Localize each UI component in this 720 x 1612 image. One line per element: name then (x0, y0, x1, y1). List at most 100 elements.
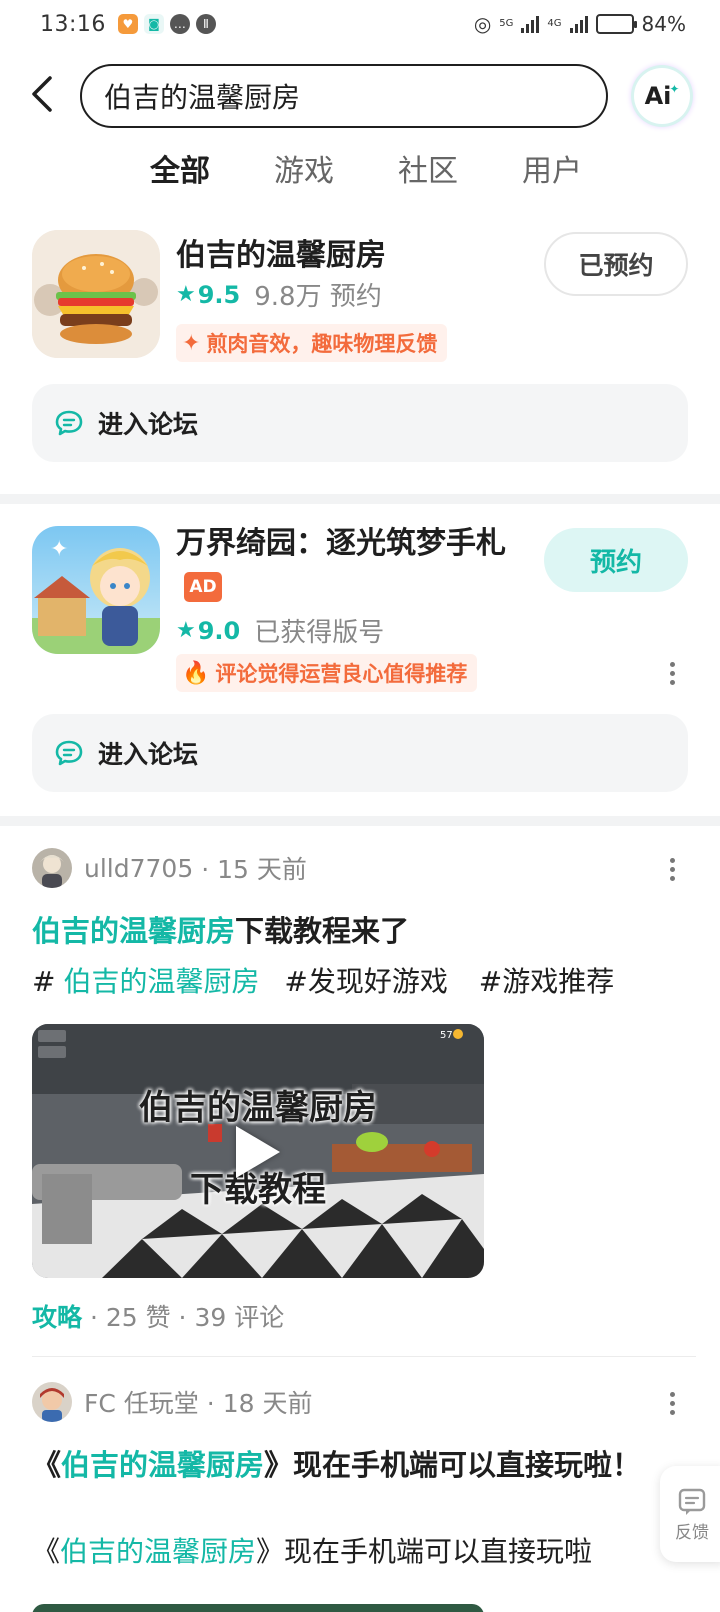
post-title[interactable]: 伯吉的温馨厨房下载教程来了 (32, 908, 409, 950)
enter-forum-label: 进入论坛 (98, 740, 199, 769)
post-category[interactable]: 攻略 (32, 1303, 82, 1332)
anime-character-icon: ✦ (32, 526, 160, 654)
game-icon-burger[interactable] (32, 230, 160, 358)
hashtag-discover[interactable]: #发现好游戏 (284, 965, 447, 998)
feedback-button[interactable]: 反馈 (660, 1466, 720, 1562)
more-options-icon[interactable] (662, 658, 682, 688)
reserved-button[interactable]: 已预约 (544, 232, 688, 296)
tab-community[interactable]: 社区 (398, 146, 458, 190)
section-divider (0, 494, 720, 504)
feedback-label: 反馈 (675, 1522, 709, 1543)
reserve-button[interactable]: 预约 (544, 528, 688, 592)
rating-row: ★ 9.0 已获得版号 (176, 612, 384, 649)
fire-icon: 🔥 (182, 660, 210, 686)
hashtag-keyword: 伯吉的温馨厨房 (63, 965, 260, 998)
star-icon: ★ (176, 618, 196, 643)
video-caption-line1: 伯吉的温馨厨房 (139, 1088, 377, 1128)
hashtag-game[interactable]: # 伯吉的温馨厨房 (32, 965, 267, 998)
signal-icon-1 (521, 15, 540, 33)
post-divider (32, 1356, 696, 1357)
post-image-preview[interactable] (32, 1604, 484, 1612)
section-divider (0, 816, 720, 826)
enter-forum-button[interactable]: 进入论坛 (32, 384, 688, 462)
post-time: · 15 天前 (201, 855, 307, 884)
network-4g-label: 4G (547, 18, 562, 29)
game-title[interactable]: 伯吉的温馨厨房 (176, 230, 386, 274)
back-button[interactable] (22, 72, 62, 116)
rating-score: 9.0 (197, 616, 241, 645)
hotspot-icon: ◎ (473, 12, 492, 36)
post-title[interactable]: 《伯吉的温馨厨房》现在手机端可以直接玩啦！ (32, 1442, 641, 1484)
status-time: 13:16 (40, 11, 106, 37)
avatar[interactable] (32, 848, 72, 888)
sparkle-icon: ✦ (669, 82, 680, 96)
rating-score: 9.5 (197, 280, 241, 309)
post-author-row[interactable]: ulld7705 · 15 天前 (32, 848, 307, 888)
app-notification-icon: ♥ (117, 14, 138, 34)
status-right: ◎ 5G 4G 84% (474, 12, 686, 36)
more-options-icon[interactable] (662, 854, 682, 884)
search-input[interactable]: 伯吉的温馨厨房 (80, 64, 608, 128)
reservation-count: 9.8万 预约 (254, 282, 382, 312)
status-bar: 13:16 ♥ ◙ … Ⅱ ◎ 5G 4G 84% (0, 0, 720, 48)
ad-badge: AD (184, 572, 222, 602)
post-stats: · 25 赞 · 39 评论 (82, 1303, 285, 1332)
notification-icons: ♥ ◙ … Ⅱ (117, 14, 216, 34)
result-tabs: 全部 游戏 社区 用户 (0, 146, 720, 202)
taptap-notification-icon: ◙ (143, 14, 164, 34)
highlight-tag-text: 评论觉得运营良心值得推荐 (215, 662, 468, 686)
play-icon[interactable] (236, 1126, 280, 1178)
tab-all[interactable]: 全部 (150, 146, 210, 190)
title-bracket-open: 《 (32, 1448, 62, 1482)
hashtag-recommend[interactable]: #游戏推荐 (479, 965, 614, 998)
post-body-rest: 》现在手机端可以直接玩啦 (256, 1535, 593, 1568)
svg-text:✦: ✦ (50, 537, 68, 562)
search-header: 伯吉的温馨厨房 Ai ✦ (0, 56, 720, 136)
svg-text:57: 57 (440, 1030, 453, 1041)
battery-icon (595, 14, 637, 34)
body-bracket-open: 《 (32, 1535, 61, 1568)
game-title[interactable]: 万界绮园：逐光筑梦手札 (176, 518, 506, 562)
more-options-icon[interactable] (662, 1388, 682, 1418)
hash-symbol: # (32, 965, 56, 998)
video-thumbnail[interactable]: 57 伯吉的温馨厨房 下载教程 (32, 1024, 484, 1278)
battery-percent: 84% (641, 12, 686, 36)
forum-chat-icon (54, 409, 84, 437)
feedback-icon (678, 1488, 706, 1515)
music-notification-icon: Ⅱ (195, 14, 216, 34)
forum-chat-icon (54, 739, 84, 767)
message-notification-icon: … (169, 14, 190, 34)
post-body-text[interactable]: 《伯吉的温馨厨房》现在手机端可以直接玩啦 (32, 1530, 592, 1570)
post-meta: 攻略 · 25 赞 · 39 评论 (32, 1298, 284, 1334)
license-status: 已获得版号 (254, 618, 385, 648)
post-author-row[interactable]: FC 任玩堂 · 18 天前 (32, 1382, 312, 1422)
post-title-keyword: 伯吉的温馨厨房 (61, 1448, 265, 1482)
post-title-rest: 》现在手机端可以直接玩啦！ (264, 1448, 642, 1482)
chevron-left-icon (32, 76, 52, 112)
signal-icon-2 (569, 15, 588, 33)
enter-forum-button[interactable]: 进入论坛 (32, 714, 688, 792)
post-title-keyword: 伯吉的温馨厨房 (32, 914, 236, 948)
sparkle-icon: ✦ (182, 330, 201, 356)
rating-row: ★ 9.5 9.8万 预约 (176, 276, 382, 313)
ai-assistant-button[interactable]: Ai ✦ (634, 68, 690, 124)
post-time: · 18 天前 (206, 1389, 313, 1418)
tab-games[interactable]: 游戏 (274, 146, 334, 190)
enter-forum-label: 进入论坛 (98, 410, 199, 439)
post-body-keyword: 伯吉的温馨厨房 (60, 1535, 257, 1568)
post-title-rest: 下载教程来了 (235, 914, 410, 948)
ai-label: Ai (644, 82, 672, 110)
highlight-tag: ✦ 煎肉音效，趣味物理反馈 (176, 324, 448, 362)
tab-users[interactable]: 用户 (522, 146, 582, 190)
network-5g-label: 5G (499, 18, 514, 29)
post-hashtags: # 伯吉的温馨厨房 #发现好游戏 #游戏推荐 (32, 960, 622, 1000)
avatar[interactable] (32, 1382, 72, 1422)
search-query-text: 伯吉的温馨厨房 (104, 81, 301, 114)
highlight-tag-text: 煎肉音效，趣味物理反馈 (206, 332, 438, 356)
star-icon: ★ (176, 282, 196, 307)
highlight-tag: 🔥 评论觉得运营良心值得推荐 (176, 654, 478, 692)
burger-icon (32, 230, 160, 358)
author-name[interactable]: ulld7705 (84, 854, 193, 883)
game-icon-anime[interactable]: ✦ (32, 526, 160, 654)
author-name[interactable]: FC 任玩堂 (84, 1384, 199, 1420)
